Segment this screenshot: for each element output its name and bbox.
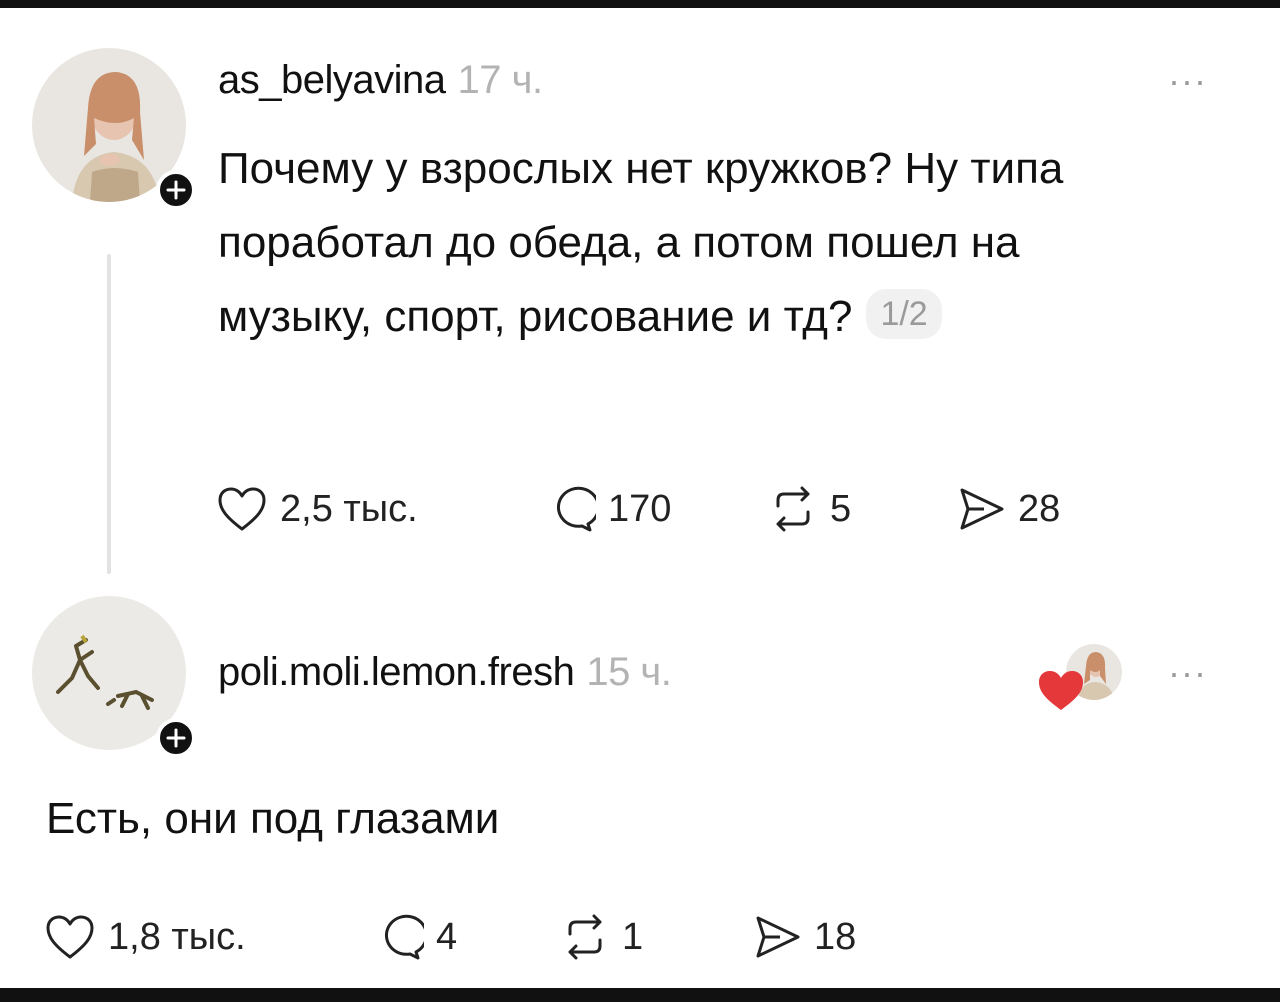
repost-arrows-icon [560,914,610,960]
comment-button[interactable]: 4 [374,912,560,962]
send-arrow-icon [754,914,802,960]
repost-button[interactable]: 5 [768,486,958,532]
red-heart-icon [1036,668,1086,717]
reply-text: Есть, они под глазами [46,794,500,843]
post-header: as_belyavina 17 ч. [218,58,543,103]
repost-arrows-icon [768,486,818,532]
speech-bubble-icon [546,484,596,534]
reply-author-avatar[interactable] [32,596,196,758]
like-count: 1,8 тыс. [108,915,246,958]
heart-outline-icon [44,913,96,961]
like-button[interactable]: 2,5 тыс. [216,485,546,533]
comment-count: 4 [436,915,458,958]
repost-count: 5 [830,487,852,530]
post-time: 17 ч. [457,58,544,102]
post-more-button[interactable]: ··· [1168,60,1207,102]
reply-more-button[interactable]: ··· [1168,652,1207,694]
like-button[interactable]: 1,8 тыс. [44,913,374,961]
post-actions: 2,5 тыс. 170 5 28 [216,484,1060,534]
speech-bubble-icon [374,912,424,962]
share-button[interactable]: 28 [958,486,1060,532]
reply-time: 15 ч. [586,650,672,694]
repost-button[interactable]: 1 [560,914,754,960]
thread-line [107,254,111,574]
post-body: Почему у взрослых нет кружков? Ну типа п… [218,132,1178,354]
share-count: 28 [1018,487,1061,530]
reply-header: poli.moli.lemon.fresh 15 ч. [218,650,672,695]
share-count: 18 [814,915,857,958]
like-count: 2,5 тыс. [280,487,418,530]
comment-count: 170 [608,487,672,530]
reply-username[interactable]: poli.moli.lemon.fresh [218,650,575,694]
post-username[interactable]: as_belyavina [218,58,446,102]
post-author-avatar[interactable] [32,48,196,210]
reply-actions: 1,8 тыс. 4 1 18 [44,912,856,962]
repost-count: 1 [622,915,644,958]
send-arrow-icon [958,486,1006,532]
thread-screenshot: as_belyavina 17 ч. ··· Почему у взрослых … [0,0,1280,1002]
follow-plus-icon[interactable] [156,170,196,210]
comment-button[interactable]: 170 [546,484,768,534]
share-button[interactable]: 18 [754,914,856,960]
heart-outline-icon [216,485,268,533]
page-indicator[interactable]: 1/2 [866,289,942,339]
follow-plus-icon[interactable] [156,718,196,758]
